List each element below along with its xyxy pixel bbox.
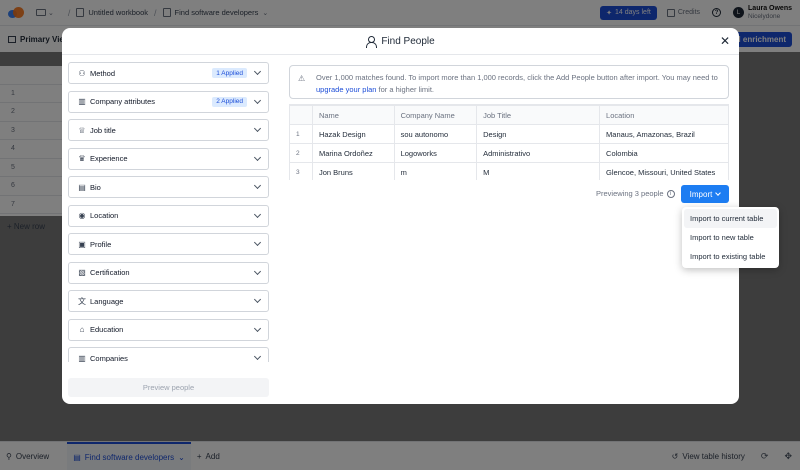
cell-name: Hazak Design xyxy=(311,124,395,144)
filter-label: Company attributes xyxy=(90,97,156,106)
filter-label: Companies xyxy=(90,353,128,363)
filter-companies[interactable]: ▥ Companies xyxy=(68,347,269,362)
cell-company: Logoworks xyxy=(393,143,478,163)
filter-bio[interactable]: ▤ Bio xyxy=(68,176,269,198)
filter-list: ⚇ Method 1 Applied ▥ Company attributes 2 App… xyxy=(68,62,269,362)
table-row[interactable]: 3 Jon Bruns m M Glencoe, Missouri, Unite… xyxy=(289,162,729,180)
chevron-down-icon xyxy=(253,352,262,361)
filter-label: Location xyxy=(90,211,119,220)
chevron-down-icon xyxy=(253,96,262,104)
filter-education[interactable]: ⌂ Education xyxy=(68,318,269,341)
filter-certification[interactable]: ▧ Certification xyxy=(68,261,269,284)
chevron-down-icon xyxy=(253,124,262,133)
column-header-location[interactable]: Location xyxy=(599,105,729,125)
menu-item-import-current-table[interactable]: Import to current table xyxy=(684,209,777,228)
certificate-icon: ▧ xyxy=(78,268,86,277)
cell-job-title: Administrativo xyxy=(476,143,601,163)
profile-icon: ▣ xyxy=(78,239,86,249)
column-header-index xyxy=(289,105,313,125)
column-header-name[interactable]: Name xyxy=(311,105,395,125)
filter-label: Certification xyxy=(90,268,130,277)
menu-item-import-existing-table[interactable]: Import to existing table xyxy=(684,247,777,266)
cell-name: Jon Bruns xyxy=(311,162,395,180)
upgrade-plan-link[interactable]: upgrade your plan xyxy=(316,85,376,94)
filter-label: Profile xyxy=(90,239,112,249)
match-notice: ⚠ Over 1,000 matches found. To import mo… xyxy=(289,65,729,99)
cell-company: m xyxy=(393,162,478,180)
filter-profile[interactable]: ▣ Profile xyxy=(68,233,269,255)
chevron-down-icon xyxy=(253,238,262,247)
modal-header: Find People ✕ xyxy=(62,28,739,55)
filter-location[interactable]: ◉ Location xyxy=(68,204,269,227)
filter-company-attributes[interactable]: ▥ Company attributes 2 Applied xyxy=(68,90,269,113)
cell-location: Manaus, Amazonas, Brazil xyxy=(599,124,729,144)
info-icon[interactable]: i xyxy=(666,189,675,198)
table-row[interactable]: 2 Marina Ordoñez Logoworks Administrativ… xyxy=(289,143,729,163)
chevron-down-icon xyxy=(253,67,262,76)
row-index: 2 xyxy=(289,143,313,163)
row-index: 3 xyxy=(289,162,313,180)
chevron-down-icon xyxy=(253,295,262,304)
trophy-icon: ♛ xyxy=(78,154,86,163)
column-header-company[interactable]: Company Name xyxy=(393,105,478,125)
close-icon[interactable]: ✕ xyxy=(720,34,730,48)
applied-badge: 1 Applied xyxy=(212,68,247,78)
find-people-modal: Find People ✕ ⚇ Method 1 Applied ▥ Company a… xyxy=(62,28,739,404)
crown-icon: ♕ xyxy=(78,125,86,135)
cell-name: Marina Ordoñez xyxy=(311,143,395,163)
filter-experience[interactable]: ♛ Experience xyxy=(68,147,269,170)
filter-label: Language xyxy=(90,296,124,306)
filter-label: Method xyxy=(90,68,116,78)
preview-table: Name Company Name Job Title Location 1 H… xyxy=(289,104,729,180)
cell-location: Glencoe, Missouri, United States xyxy=(599,162,729,180)
id-card-icon: ▤ xyxy=(78,182,86,192)
chevron-down-icon xyxy=(253,267,262,275)
company-icon: ▥ xyxy=(78,97,86,106)
location-pin-icon: ◉ xyxy=(78,211,86,220)
language-icon: 文 xyxy=(78,296,86,306)
filter-label: Experience xyxy=(90,154,128,163)
cell-location: Colombia xyxy=(599,143,729,163)
person-icon xyxy=(366,35,378,48)
filter-label: Job title xyxy=(90,125,116,135)
filter-label: Bio xyxy=(90,182,101,192)
filter-language[interactable]: 文 Language xyxy=(68,290,269,312)
graduation-cap-icon: ⌂ xyxy=(79,325,85,334)
modal-title: Find People xyxy=(381,35,435,47)
menu-item-import-new-table[interactable]: Import to new table xyxy=(684,228,777,247)
filter-label: Education xyxy=(90,325,124,334)
filter-job-title[interactable]: ♕ Job title xyxy=(68,119,269,141)
filter-method[interactable]: ⚇ Method 1 Applied xyxy=(68,62,269,84)
cell-company: sou autonomo xyxy=(393,124,478,144)
column-header-job-title[interactable]: Job Title xyxy=(476,105,601,125)
chevron-down-icon xyxy=(253,181,262,190)
import-button[interactable]: Import xyxy=(681,185,729,203)
chevron-down-icon xyxy=(253,324,262,332)
method-icon: ⚇ xyxy=(78,68,86,78)
cell-job-title: Design xyxy=(476,124,601,144)
warning-icon: ⚠ xyxy=(298,74,306,83)
table-row[interactable]: 1 Hazak Design sou autonomo Design Manau… xyxy=(289,124,729,144)
companies-icon: ▥ xyxy=(78,353,86,363)
row-index: 1 xyxy=(289,124,313,144)
chevron-down-icon xyxy=(715,189,722,196)
cell-job-title: M xyxy=(476,162,601,180)
import-menu: Import to current table Import to new ta… xyxy=(682,207,779,268)
preview-people-button[interactable]: Preview people xyxy=(68,378,269,397)
applied-badge: 2 Applied xyxy=(212,96,247,107)
chevron-down-icon xyxy=(253,153,262,161)
preview-count: Previewing 3 people i xyxy=(596,189,675,198)
chevron-down-icon xyxy=(253,210,262,218)
